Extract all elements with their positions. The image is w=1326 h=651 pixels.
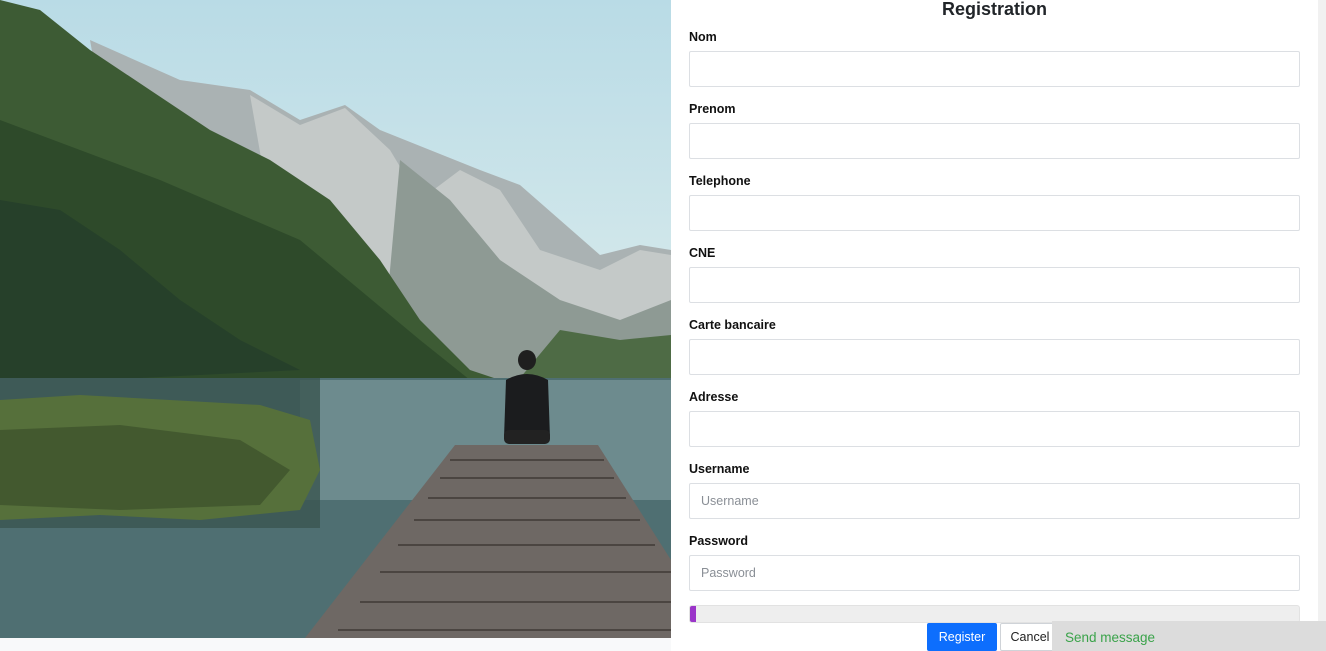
carte-bancaire-input[interactable]: [689, 339, 1300, 375]
username-label: Username: [689, 462, 750, 476]
field-nom: Nom: [689, 29, 1300, 87]
password-strength-fill: [690, 606, 697, 622]
telephone-label: Telephone: [689, 174, 751, 188]
carte-bancaire-label: Carte bancaire: [689, 318, 776, 332]
adresse-label: Adresse: [689, 390, 739, 404]
registration-form: Registration Nom Prenom Telephone CNE Ca…: [671, 0, 1318, 651]
nom-input[interactable]: [689, 51, 1300, 87]
field-adresse: Adresse: [689, 389, 1300, 447]
form-title: Registration: [941, 0, 1047, 19]
password-input[interactable]: [689, 555, 1300, 591]
prenom-input[interactable]: [689, 123, 1300, 159]
username-input[interactable]: [689, 483, 1300, 519]
cne-label: CNE: [689, 246, 716, 260]
field-password: Password: [689, 533, 1300, 591]
telephone-input[interactable]: [689, 195, 1300, 231]
field-prenom: Prenom: [689, 101, 1300, 159]
prenom-label: Prenom: [689, 102, 736, 116]
field-username: Username: [689, 461, 1300, 519]
registration-page: Registration Nom Prenom Telephone CNE Ca…: [0, 0, 1326, 651]
nom-label: Nom: [689, 30, 717, 44]
cancel-button[interactable]: Cancel: [1000, 623, 1060, 651]
field-cne: CNE: [689, 245, 1300, 303]
send-message-widget[interactable]: Send message: [1052, 621, 1326, 651]
send-message-label: Send message: [1065, 630, 1156, 645]
password-label: Password: [689, 534, 749, 548]
field-carte-bancaire: Carte bancaire: [689, 317, 1300, 375]
register-button[interactable]: Register: [927, 623, 997, 651]
scrollbar-track[interactable]: [1318, 0, 1326, 621]
field-telephone: Telephone: [689, 173, 1300, 231]
cne-input[interactable]: [689, 267, 1300, 303]
adresse-input[interactable]: [689, 411, 1300, 447]
hero-landscape-image: [0, 0, 671, 638]
